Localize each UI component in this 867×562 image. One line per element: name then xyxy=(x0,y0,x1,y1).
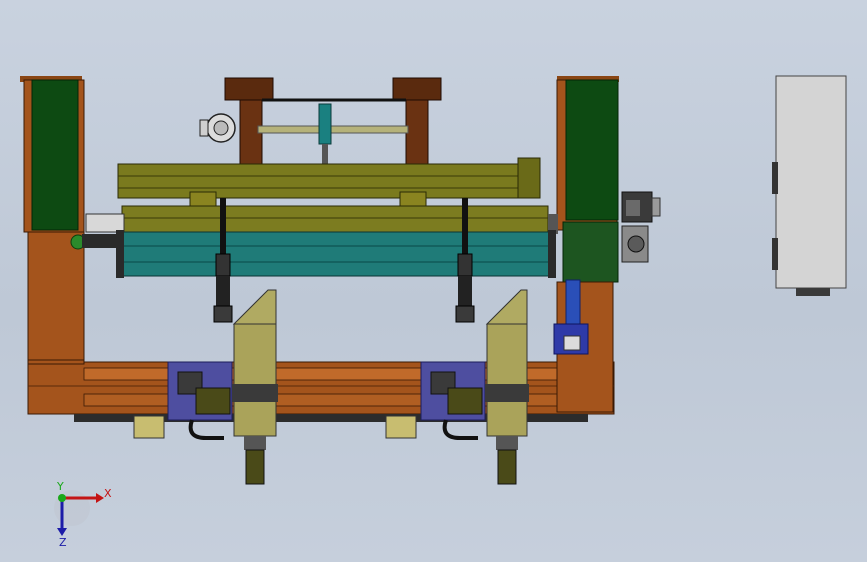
right-column xyxy=(553,76,619,413)
teal-roller xyxy=(82,230,556,278)
y-axis-label: Y xyxy=(56,480,64,493)
lower-beam xyxy=(85,205,558,235)
cad-viewport[interactable]: X Y Z xyxy=(0,0,867,562)
left-column xyxy=(20,76,86,365)
machine-assembly-drawing[interactable]: X Y Z xyxy=(0,0,867,562)
electrical-cabinet xyxy=(772,75,847,296)
z-axis-label: Z xyxy=(59,536,67,549)
motor xyxy=(621,191,661,263)
y-axis-dot xyxy=(58,494,66,502)
x-axis-label: X xyxy=(104,487,112,500)
upper-beam xyxy=(117,157,541,207)
axis-triad: X Y Z xyxy=(54,480,112,549)
top-bracket xyxy=(199,77,442,167)
